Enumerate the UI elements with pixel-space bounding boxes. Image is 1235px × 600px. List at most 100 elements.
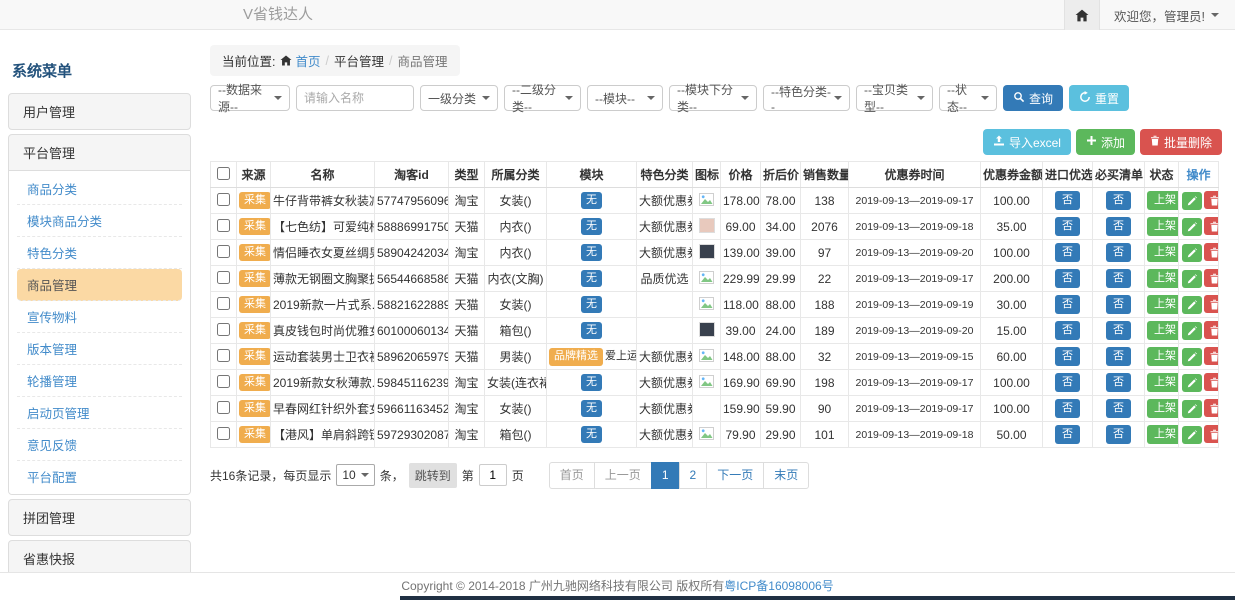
batch-delete-button[interactable]: 批量删除 [1140,129,1222,155]
edit-button[interactable] [1182,348,1202,366]
edit-button[interactable] [1182,322,1202,340]
filter-select[interactable]: --特色分类-- [763,85,850,111]
edit-button[interactable] [1182,296,1202,314]
edit-button[interactable] [1182,244,1202,262]
page-button[interactable]: 首页 [549,462,595,489]
must-buy-toggle[interactable]: 否 [1106,243,1131,262]
must-buy-toggle[interactable]: 否 [1106,269,1131,288]
edit-button[interactable] [1182,192,1202,210]
edit-button[interactable] [1182,270,1202,288]
row-checkbox[interactable] [217,349,230,362]
sidebar-subitem[interactable]: 特色分类 [17,237,182,269]
user-menu[interactable]: 欢迎您，管理员! [1100,0,1235,30]
delete-button[interactable] [1204,295,1219,313]
import-optional-toggle[interactable]: 否 [1055,373,1080,392]
sidebar-subitem[interactable]: 轮播管理 [17,365,182,397]
sidebar-heading-users[interactable]: 用户管理 [9,94,190,129]
status-badge[interactable]: 上架 [1147,373,1179,392]
delete-button[interactable] [1204,243,1219,261]
delete-button[interactable] [1204,191,1219,209]
row-checkbox[interactable] [217,219,230,232]
page-button[interactable]: 下一页 [706,462,764,489]
filter-select[interactable]: --二级分类-- [504,85,581,111]
row-checkbox[interactable] [217,427,230,440]
row-checkbox[interactable] [217,401,230,414]
row-checkbox[interactable] [217,375,230,388]
filter-select[interactable]: --宝贝类型-- [856,85,933,111]
sidebar-subitem[interactable]: 商品管理 [17,269,182,301]
status-badge[interactable]: 上架 [1147,321,1179,340]
icp-link[interactable]: 粤ICP备16098006号 [724,579,833,593]
home-button[interactable] [1064,0,1100,30]
edit-button[interactable] [1182,374,1202,392]
status-badge[interactable]: 上架 [1147,191,1179,210]
row-checkbox[interactable] [217,245,230,258]
filter-select[interactable]: --模块-- [587,85,663,111]
sidebar-subitem[interactable]: 平台配置 [17,461,182,492]
filter-select[interactable]: 一级分类 [420,85,498,111]
name-search-input[interactable] [296,85,414,111]
status-badge[interactable]: 上架 [1147,425,1179,444]
delete-button[interactable] [1204,399,1219,417]
must-buy-toggle[interactable]: 否 [1106,425,1131,444]
delete-button[interactable] [1204,269,1219,287]
jump-page-input[interactable] [479,464,507,486]
select-all-checkbox[interactable] [217,167,230,180]
import-optional-toggle[interactable]: 否 [1055,321,1080,340]
status-badge[interactable]: 上架 [1147,217,1179,236]
reset-button[interactable]: 重置 [1069,85,1129,111]
edit-button[interactable] [1182,426,1202,444]
sidebar-subitem[interactable]: 宣传物料 [17,301,182,333]
delete-button[interactable] [1204,321,1219,339]
page-button[interactable]: 1 [651,462,680,489]
status-badge[interactable]: 上架 [1147,399,1179,418]
edit-button[interactable] [1182,218,1202,236]
import-optional-toggle[interactable]: 否 [1055,399,1080,418]
sidebar-subitem[interactable]: 模块商品分类 [17,205,182,237]
delete-button[interactable] [1204,425,1219,443]
page-button[interactable]: 2 [679,462,708,489]
search-button[interactable]: 查询 [1003,85,1063,111]
row-checkbox[interactable] [217,271,230,284]
sidebar-subitem[interactable]: 意见反馈 [17,429,182,461]
filter-select[interactable]: --状态-- [939,85,997,111]
sidebar-heading[interactable]: 拼团管理 [9,500,190,535]
must-buy-toggle[interactable]: 否 [1106,217,1131,236]
must-buy-toggle[interactable]: 否 [1106,295,1131,314]
filter-select-data-source[interactable]: --数据来源-- [210,85,290,111]
sidebar-heading[interactable]: 省惠快报 [9,541,190,572]
import-excel-button[interactable]: 导入excel [983,129,1071,155]
import-optional-toggle[interactable]: 否 [1055,295,1080,314]
status-badge[interactable]: 上架 [1147,243,1179,262]
import-optional-toggle[interactable]: 否 [1055,269,1080,288]
delete-button[interactable] [1204,373,1219,391]
filter-select[interactable]: --模块下分类-- [669,85,757,111]
page-button[interactable]: 上一页 [594,462,652,489]
must-buy-toggle[interactable]: 否 [1106,191,1131,210]
sidebar-heading-platform[interactable]: 平台管理 [9,135,190,170]
must-buy-toggle[interactable]: 否 [1106,373,1131,392]
import-optional-toggle[interactable]: 否 [1055,243,1080,262]
must-buy-toggle[interactable]: 否 [1106,347,1131,366]
status-badge[interactable]: 上架 [1147,269,1179,288]
import-optional-toggle[interactable]: 否 [1055,425,1080,444]
page-size-select[interactable]: 10 [336,464,374,486]
must-buy-toggle[interactable]: 否 [1106,399,1131,418]
import-optional-toggle[interactable]: 否 [1055,347,1080,366]
jump-button[interactable]: 跳转到 [409,463,457,488]
breadcrumb-home-link[interactable]: 首页 [280,51,320,70]
sidebar-subitem[interactable]: 商品分类 [17,173,182,205]
row-checkbox[interactable] [217,323,230,336]
row-checkbox[interactable] [217,297,230,310]
page-button[interactable]: 末页 [763,462,809,489]
import-optional-toggle[interactable]: 否 [1055,217,1080,236]
sidebar-subitem[interactable]: 版本管理 [17,333,182,365]
delete-button[interactable] [1204,217,1219,235]
delete-button[interactable] [1204,347,1219,365]
must-buy-toggle[interactable]: 否 [1106,321,1131,340]
add-button[interactable]: 添加 [1076,129,1135,155]
sidebar-subitem[interactable]: 启动页管理 [17,397,182,429]
row-checkbox[interactable] [217,193,230,206]
edit-button[interactable] [1182,400,1202,418]
import-optional-toggle[interactable]: 否 [1055,191,1080,210]
